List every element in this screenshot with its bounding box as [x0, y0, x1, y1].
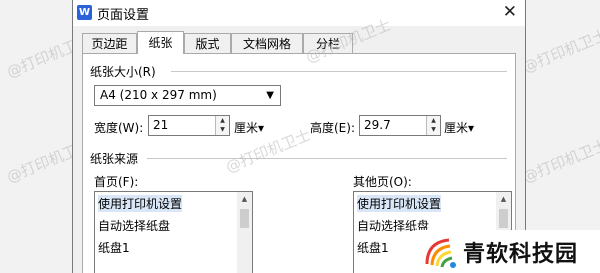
height-stepper[interactable]: 29.7 ▲ ▼: [359, 115, 441, 136]
scroll-thumb[interactable]: [499, 209, 508, 228]
dropdown-arrow-icon: ▼: [266, 90, 274, 101]
watermark-text: @打印机卫士: [520, 25, 600, 77]
height-unit-dropdown[interactable]: 厘米▾: [444, 119, 474, 136]
first-page-label: 首页(F):: [94, 175, 139, 189]
height-label: 高度(E):: [310, 121, 355, 135]
width-spin-buttons: ▲ ▼: [215, 116, 229, 135]
list-item[interactable]: 自动选择纸盘: [98, 217, 170, 234]
spin-up-icon[interactable]: ▲: [216, 116, 229, 125]
brand-overlay: 青软科技园: [415, 230, 600, 273]
spin-down-icon[interactable]: ▼: [427, 125, 440, 134]
tab-paper[interactable]: 纸张: [137, 31, 184, 54]
brand-logo-icon: [425, 238, 456, 268]
scroll-up-icon[interactable]: ▲: [496, 195, 511, 203]
list-item[interactable]: 纸盘1: [98, 239, 130, 256]
scroll-thumb[interactable]: [240, 209, 249, 228]
first-page-listbox[interactable]: 使用打印机设置 自动选择纸盘 纸盘1 ▲: [94, 191, 253, 273]
section-divider: [171, 71, 507, 72]
list-item[interactable]: 使用打印机设置: [357, 195, 442, 212]
dialog-title: 页面设置: [97, 8, 150, 23]
list-item[interactable]: 纸盘1: [357, 239, 389, 256]
spin-up-icon[interactable]: ▲: [427, 116, 440, 125]
width-value: 21: [153, 118, 169, 132]
scroll-up-icon[interactable]: ▲: [237, 195, 252, 203]
width-unit-dropdown[interactable]: 厘米▾: [234, 119, 264, 136]
height-value: 29.7: [364, 118, 391, 132]
tab-margins[interactable]: 页边距: [82, 33, 137, 53]
brand-name: 青软科技园: [463, 242, 579, 267]
width-label: 宽度(W):: [94, 121, 144, 135]
paper-size-selected: A4 (210 x 297 mm): [100, 88, 217, 102]
tab-document-grid[interactable]: 文档网格: [231, 33, 303, 53]
paper-source-section-label: 纸张来源: [90, 152, 139, 166]
wps-writer-icon: W: [77, 5, 92, 20]
width-stepper[interactable]: 21 ▲ ▼: [148, 115, 230, 136]
close-icon[interactable]: ✕: [503, 2, 517, 22]
tab-layout[interactable]: 版式: [184, 33, 231, 53]
height-spin-buttons: ▲ ▼: [426, 116, 440, 135]
watermark-text: @打印机卫士: [520, 135, 600, 187]
spin-down-icon[interactable]: ▼: [216, 125, 229, 134]
paper-size-dropdown[interactable]: A4 (210 x 297 mm) ▼: [94, 85, 281, 106]
other-pages-label: 其他页(O):: [353, 175, 412, 189]
section-divider: [147, 158, 507, 159]
paper-size-section-label: 纸张大小(R): [90, 65, 156, 79]
title-bar: W 页面设置 ✕: [73, 0, 525, 26]
scrollbar[interactable]: ▲: [237, 192, 252, 273]
list-item[interactable]: 使用打印机设置: [98, 195, 183, 212]
tab-columns[interactable]: 分栏: [303, 33, 353, 53]
